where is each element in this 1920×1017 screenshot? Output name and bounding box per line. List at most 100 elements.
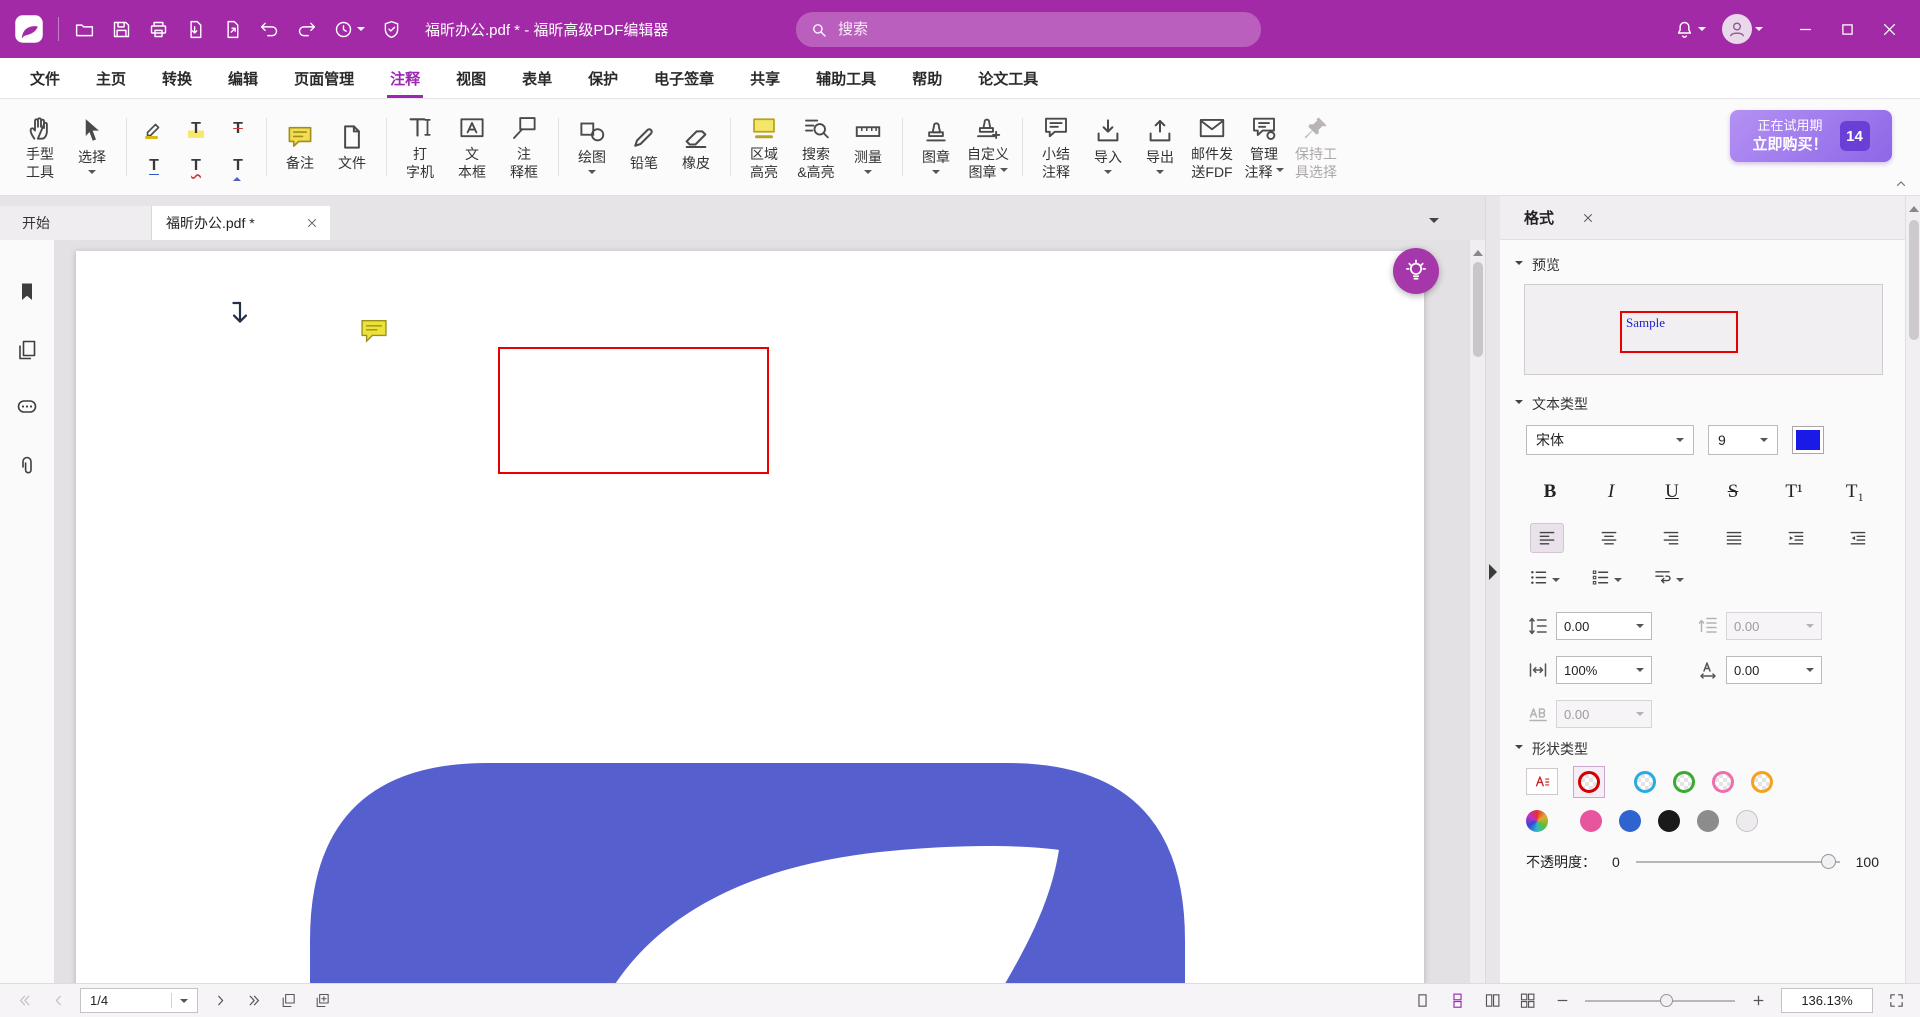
file-attachment-button[interactable]: 文件 xyxy=(327,119,377,175)
menu-tab-protect[interactable]: 保护 xyxy=(575,58,631,98)
menu-tab-home[interactable]: 主页 xyxy=(83,58,139,98)
bookmarks-panel-icon[interactable] xyxy=(15,280,39,304)
pdf-canvas[interactable] xyxy=(55,240,1469,983)
zoom-out-button[interactable] xyxy=(1550,989,1574,1013)
tab-list-dropdown-icon[interactable] xyxy=(1429,218,1439,228)
text-wrap-button[interactable] xyxy=(1652,567,1684,588)
keep-tool-selected-button[interactable]: 保持工 具选择 xyxy=(1291,110,1341,183)
export-comments-button[interactable]: 导出 xyxy=(1135,113,1185,181)
pdf-page[interactable] xyxy=(76,251,1424,983)
account-button[interactable] xyxy=(1715,11,1770,47)
tab-start-page[interactable]: 开始 xyxy=(0,206,152,240)
close-panel-icon[interactable] xyxy=(1582,211,1596,225)
fullscreen-button[interactable] xyxy=(1884,989,1908,1013)
zoom-in-button[interactable] xyxy=(1746,989,1770,1013)
pencil-button[interactable]: 铅笔 xyxy=(619,119,669,175)
shape-style-pink-outline[interactable] xyxy=(1712,771,1734,793)
font-family-select[interactable]: 宋体 xyxy=(1526,425,1694,455)
menu-tab-share[interactable]: 共享 xyxy=(737,58,793,98)
hand-tool-button[interactable]: 手型 工具 xyxy=(15,110,65,183)
undo-button[interactable] xyxy=(252,11,287,47)
single-page-view-button[interactable] xyxy=(1410,989,1434,1013)
menu-tab-file[interactable]: 文件 xyxy=(17,58,73,98)
menu-tab-help[interactable]: 帮助 xyxy=(899,58,955,98)
page-number-box[interactable]: 1/4 xyxy=(80,988,198,1013)
note-button[interactable]: 备注 xyxy=(275,119,325,175)
redo-button[interactable] xyxy=(289,11,324,47)
indent-increase-button[interactable] xyxy=(1841,523,1875,553)
menu-tab-convert[interactable]: 转换 xyxy=(149,58,205,98)
import-comments-button[interactable]: 导入 xyxy=(1083,113,1133,181)
underline-button[interactable]: T xyxy=(135,150,173,182)
shape-style-blue-fill[interactable] xyxy=(1619,810,1641,832)
shape-style-white-fill[interactable] xyxy=(1736,810,1758,832)
shape-style-black-fill[interactable] xyxy=(1658,810,1680,832)
zoom-slider[interactable] xyxy=(1585,1000,1735,1002)
opacity-slider[interactable] xyxy=(1636,861,1840,863)
email-fdf-button[interactable]: 邮件发 送FDF xyxy=(1187,110,1237,183)
menu-tab-form[interactable]: 表单 xyxy=(509,58,565,98)
close-button[interactable] xyxy=(1868,8,1910,50)
shape-style-orange-outline[interactable] xyxy=(1751,771,1773,793)
two-page-view-button[interactable] xyxy=(1480,989,1504,1013)
opacity-slider-knob[interactable] xyxy=(1821,854,1836,869)
tab-active-document[interactable]: 福昕办公.pdf * xyxy=(152,206,330,240)
notifications-button[interactable] xyxy=(1667,11,1713,47)
note-annotation-icon[interactable] xyxy=(360,319,388,344)
search-highlight-button[interactable]: 搜索 &高亮 xyxy=(791,110,841,183)
indent-decrease-button[interactable] xyxy=(1779,523,1813,553)
share-button[interactable] xyxy=(215,11,250,47)
character-spacing-select[interactable]: 0.00 xyxy=(1726,656,1822,684)
font-color-button[interactable] xyxy=(1792,426,1824,454)
highlight-tool-button[interactable] xyxy=(135,113,173,145)
custom-stamp-button[interactable]: 自定义图章 xyxy=(963,110,1013,183)
align-center-button[interactable] xyxy=(1592,523,1626,553)
scrollbar-thumb[interactable] xyxy=(1473,262,1483,357)
squiggly-underline-button[interactable]: T xyxy=(177,150,215,182)
print-button[interactable] xyxy=(141,11,176,47)
panel-scrollbar[interactable] xyxy=(1905,196,1920,983)
buy-now-trial-button[interactable]: 正在试用期 立即购买！ 14 xyxy=(1730,110,1892,162)
first-page-button[interactable] xyxy=(12,989,36,1013)
pages-panel-icon[interactable] xyxy=(15,338,39,362)
font-size-select[interactable]: 9 xyxy=(1708,425,1778,455)
strikethrough-button[interactable]: S xyxy=(1713,475,1753,509)
comments-panel-icon[interactable] xyxy=(15,396,39,420)
previous-page-button[interactable] xyxy=(46,989,70,1013)
menu-tab-esign[interactable]: 电子签章 xyxy=(641,58,727,98)
align-justify-button[interactable] xyxy=(1717,523,1751,553)
canvas-scrollbar[interactable] xyxy=(1469,240,1485,983)
insert-text-button[interactable]: T xyxy=(219,150,257,182)
zoom-slider-knob[interactable] xyxy=(1660,994,1673,1007)
clipboard-button[interactable] xyxy=(310,989,334,1013)
italic-button[interactable]: I xyxy=(1591,475,1631,509)
scrollbar-thumb[interactable] xyxy=(1909,220,1919,340)
next-page-button[interactable] xyxy=(208,989,232,1013)
protect-mode-button[interactable] xyxy=(374,11,409,47)
subscript-button[interactable]: T₁ xyxy=(1835,475,1875,509)
menu-tab-edit[interactable]: 编辑 xyxy=(215,58,271,98)
text-style-shape-button[interactable] xyxy=(1526,768,1558,795)
strikeout-button[interactable]: T xyxy=(219,113,257,145)
rectangle-annotation[interactable] xyxy=(498,347,769,474)
ai-assistant-button[interactable] xyxy=(1393,248,1439,294)
attachments-panel-icon[interactable] xyxy=(15,454,39,478)
scroll-up-icon[interactable] xyxy=(1909,201,1919,212)
numbered-list-button[interactable] xyxy=(1590,567,1622,588)
horizontal-scale-select[interactable]: 100% xyxy=(1556,656,1652,684)
minimize-button[interactable] xyxy=(1784,8,1826,50)
snapshot-button[interactable] xyxy=(276,989,300,1013)
bullet-list-button[interactable] xyxy=(1528,567,1560,588)
collapse-ribbon-button[interactable] xyxy=(1894,177,1912,193)
shape-type-section-header[interactable]: 形状类型 xyxy=(1500,730,1905,766)
eraser-button[interactable]: 橡皮 xyxy=(671,119,721,175)
align-left-button[interactable] xyxy=(1530,523,1564,553)
maximize-button[interactable] xyxy=(1826,8,1868,50)
search-bar[interactable] xyxy=(796,12,1261,47)
underline-button[interactable]: U xyxy=(1652,475,1692,509)
custom-color-wheel-button[interactable] xyxy=(1526,810,1548,832)
menu-tab-paper-tools[interactable]: 论文工具 xyxy=(965,58,1051,98)
menu-tab-view[interactable]: 视图 xyxy=(443,58,499,98)
superscript-button[interactable]: T¹ xyxy=(1774,475,1814,509)
bold-button[interactable]: B xyxy=(1530,475,1570,509)
